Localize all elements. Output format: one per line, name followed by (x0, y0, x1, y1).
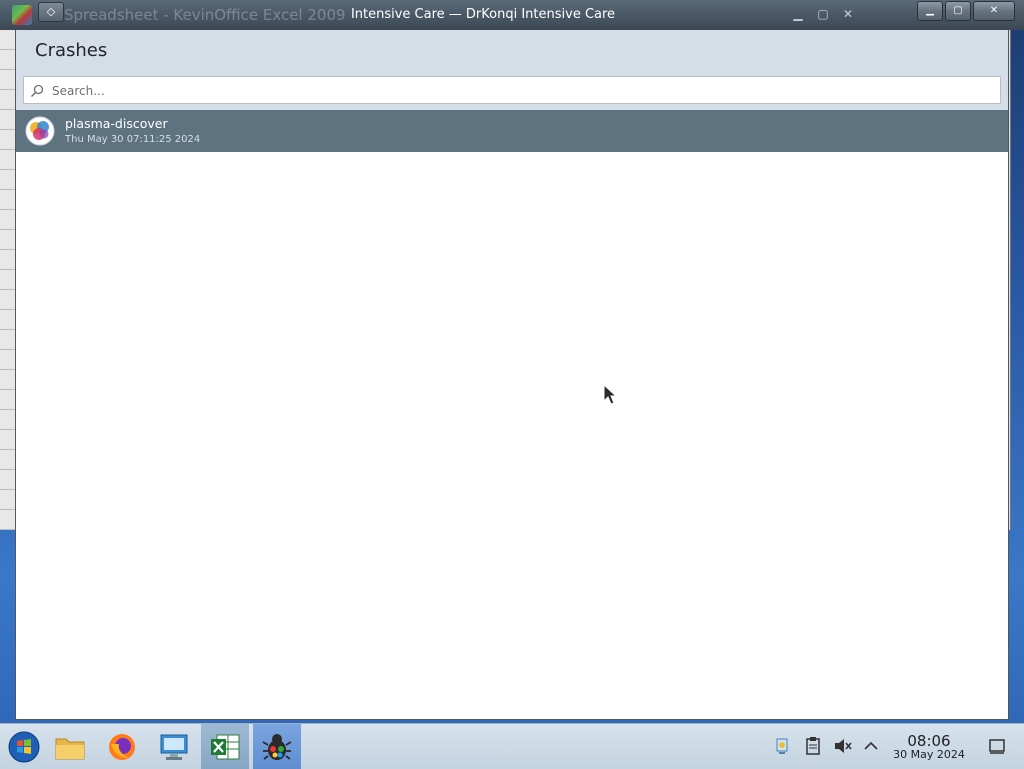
list-item[interactable]: plasma-discover Thu May 30 07:11:25 2024 (16, 110, 1008, 152)
folder-icon (55, 738, 85, 759)
drkonqi-window: Crashes plasma-discover Thu May 30 07:11… (15, 30, 1009, 720)
crash-name: plasma-discover (65, 116, 168, 131)
clipboard-icon[interactable] (803, 736, 823, 756)
maximize-icon[interactable]: ▢ (815, 6, 831, 22)
search-box[interactable] (23, 76, 1001, 104)
chevron-up-icon[interactable] (861, 736, 881, 756)
taskbar-excel[interactable] (201, 724, 249, 769)
taskbar-system-settings[interactable] (150, 724, 198, 769)
crash-date: Thu May 30 07:11:25 2024 (65, 134, 201, 145)
bg-close-button[interactable]: ✕ (973, 1, 1015, 21)
search-input[interactable] (50, 79, 994, 103)
network-icon[interactable] (772, 736, 792, 756)
minimize-icon[interactable]: ▁ (790, 6, 806, 22)
clock-date[interactable]: 30 May 2024 (886, 748, 972, 761)
start-button[interactable] (0, 724, 48, 769)
plasma-discover-icon (25, 116, 55, 146)
search-icon (30, 84, 44, 98)
header: Crashes (16, 30, 1008, 110)
page-title: Crashes (35, 40, 108, 61)
crash-list: plasma-discover Thu May 30 07:11:25 2024 (16, 110, 1008, 152)
mouse-cursor-icon (603, 384, 617, 405)
volume-muted-icon[interactable] (833, 736, 853, 756)
background-window-controls: ▁ ▢ ✕ (917, 1, 1015, 21)
taskbar-firefox[interactable] (98, 724, 146, 769)
close-icon[interactable]: ✕ (840, 6, 856, 22)
windows-orb-icon (8, 731, 40, 762)
taskbar-drkonqi[interactable] (253, 724, 301, 769)
bg-maximize-button[interactable]: ▢ (945, 1, 971, 21)
titlebar: ◇ Spreadsheet - KevinOffice Excel 2009 I… (0, 0, 1024, 30)
bug-icon (262, 733, 292, 760)
excel-icon (211, 734, 240, 759)
taskbar-file-manager[interactable] (46, 724, 94, 769)
taskbar (0, 723, 1024, 769)
bg-minimize-button[interactable]: ▁ (917, 1, 943, 21)
firefox-icon (109, 733, 135, 760)
show-desktop-icon[interactable] (987, 736, 1007, 756)
computer-icon (160, 734, 188, 760)
